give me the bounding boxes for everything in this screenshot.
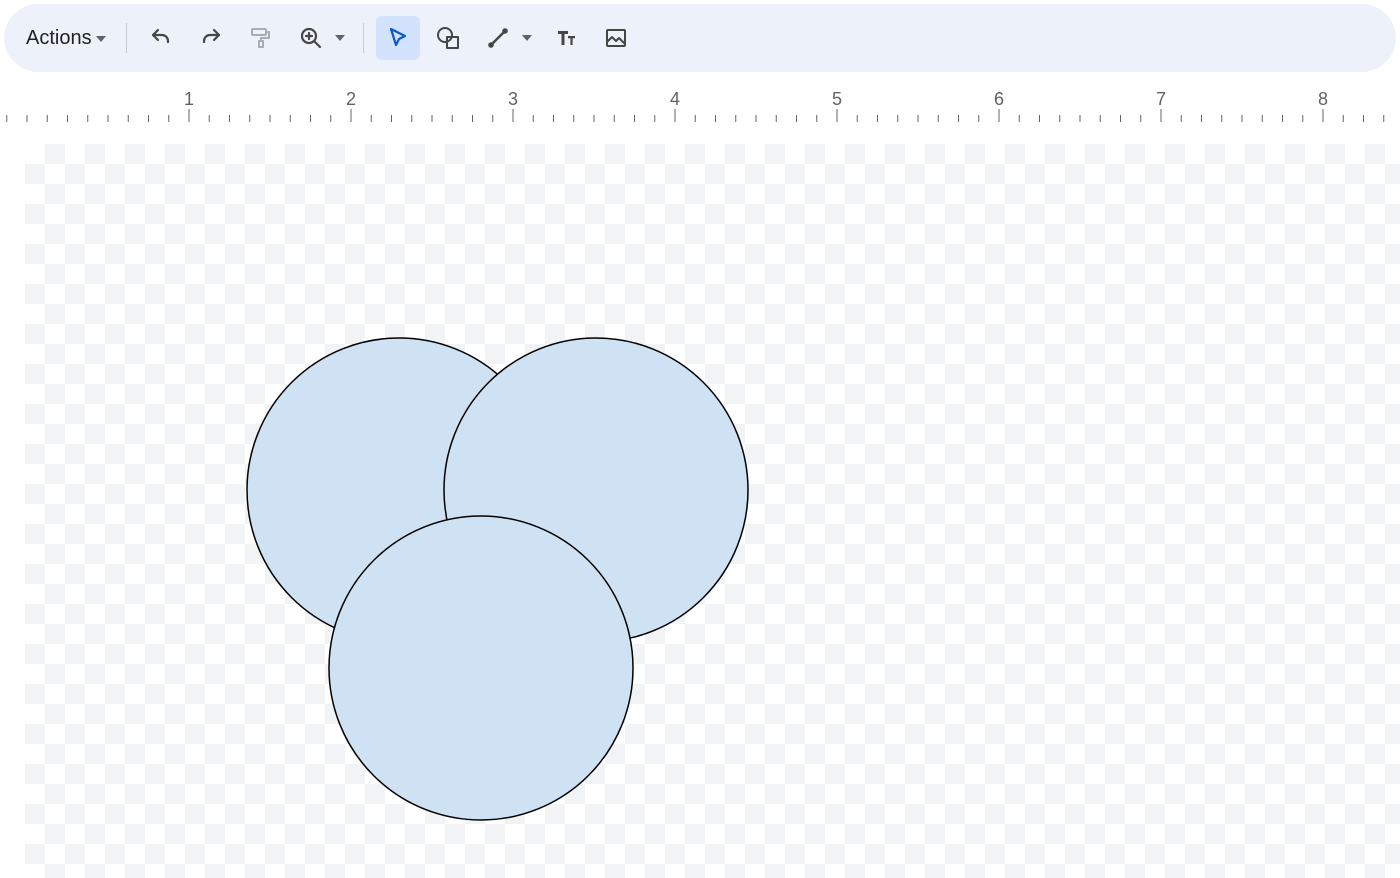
ruler-label: 4 <box>670 89 680 109</box>
zoom-icon <box>299 26 323 50</box>
ruler-label: 8 <box>1318 89 1328 109</box>
ruler-label: 5 <box>832 89 842 109</box>
ruler-label: 3 <box>508 89 518 109</box>
shapes-layer <box>25 144 1400 878</box>
paint-roller-icon <box>249 26 273 50</box>
line-dropdown-icon[interactable] <box>522 35 532 41</box>
main-toolbar: Actions <box>4 4 1396 72</box>
undo-button[interactable] <box>139 16 183 60</box>
zoom-button[interactable] <box>289 16 333 60</box>
caret-down-icon <box>96 36 106 42</box>
ruler-label: 7 <box>1156 89 1166 109</box>
toolbar-separator <box>126 23 127 53</box>
text-icon <box>554 26 578 50</box>
image-tool-button[interactable] <box>594 16 638 60</box>
image-icon <box>604 26 628 50</box>
ellipse-shape[interactable] <box>329 516 633 820</box>
zoom-group <box>289 16 351 60</box>
ruler-label: 6 <box>994 89 1004 109</box>
actions-menu-button[interactable]: Actions <box>18 21 114 56</box>
redo-icon <box>199 26 223 50</box>
toolbar-separator <box>363 23 364 53</box>
redo-button[interactable] <box>189 16 233 60</box>
ruler-label: 1 <box>184 89 194 109</box>
line-icon <box>486 26 510 50</box>
line-tool-button[interactable] <box>476 16 520 60</box>
shape-tool-button[interactable] <box>426 16 470 60</box>
select-tool-button[interactable] <box>376 16 420 60</box>
textbox-tool-button[interactable] <box>544 16 588 60</box>
line-group <box>476 16 538 60</box>
cursor-icon <box>386 26 410 50</box>
actions-label: Actions <box>26 27 92 50</box>
undo-icon <box>149 26 173 50</box>
drawing-canvas[interactable] <box>25 144 1400 878</box>
shape-icon <box>435 25 461 51</box>
canvas-area <box>0 123 1400 878</box>
paint-format-button[interactable] <box>239 16 283 60</box>
horizontal-ruler: 1 2 3 4 5 6 7 8 <box>0 85 1400 123</box>
ruler-label: 2 <box>346 89 356 109</box>
zoom-dropdown-icon[interactable] <box>335 35 345 41</box>
